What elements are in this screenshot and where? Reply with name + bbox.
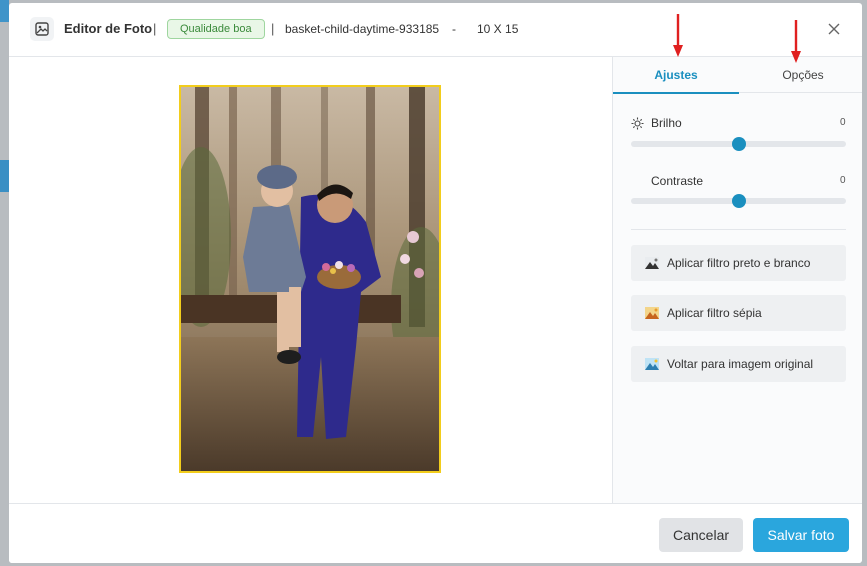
apply-sepia-filter-label: Aplicar filtro sépia (667, 306, 762, 320)
cancel-button[interactable]: Cancelar (659, 518, 743, 552)
modal-footer: Cancelar Salvar foto (9, 503, 862, 563)
image-edit-icon (30, 17, 54, 41)
panel-tabs: Ajustes Opções (613, 57, 862, 94)
quality-badge: Qualidade boa (167, 19, 265, 39)
photo-image (181, 87, 439, 471)
background-button-strip (0, 160, 9, 192)
landscape-bw-icon (645, 257, 659, 269)
brightness-label: Brilho (651, 116, 682, 130)
modal-header: Editor de Foto | Qualidade boa | basket-… (9, 3, 862, 57)
save-photo-button[interactable]: Salvar foto (753, 518, 849, 552)
close-button[interactable] (825, 20, 843, 38)
apply-bw-filter-label: Aplicar filtro preto e branco (667, 256, 811, 270)
brightness-value: 0 (840, 117, 846, 128)
landscape-original-icon (645, 358, 659, 370)
background-header-strip (0, 0, 9, 22)
brightness-icon (631, 117, 644, 130)
adjustments-panel: Ajustes Opções Brilho 0 Contraste 0 Apli… (612, 57, 862, 503)
header-separator: | (153, 21, 157, 36)
contrast-slider-thumb[interactable] (731, 194, 746, 208)
contrast-value: 0 (840, 175, 846, 186)
editor-canvas (9, 57, 612, 503)
brightness-slider[interactable] (631, 137, 846, 151)
close-icon (828, 23, 840, 35)
apply-bw-filter-button[interactable]: Aplicar filtro preto e branco (631, 245, 846, 281)
panel-divider (631, 229, 846, 230)
header-separator: | (271, 21, 275, 36)
print-size: 10 X 15 (477, 22, 519, 36)
contrast-slider[interactable] (631, 194, 846, 208)
header-dash: - (452, 22, 456, 36)
tab-ajustes[interactable]: Ajustes (613, 57, 739, 94)
apply-sepia-filter-button[interactable]: Aplicar filtro sépia (631, 295, 846, 331)
brightness-slider-thumb[interactable] (731, 137, 746, 151)
modal-title: Editor de Foto (64, 21, 153, 36)
photo-editor-modal: Editor de Foto | Qualidade boa | basket-… (9, 3, 862, 563)
contrast-label: Contraste (651, 174, 704, 188)
revert-original-label: Voltar para imagem original (667, 357, 814, 371)
revert-original-button[interactable]: Voltar para imagem original (631, 346, 846, 382)
photo-filename: basket-child-daytime-933185 (285, 22, 440, 36)
annotation-arrow-icon (673, 14, 683, 57)
photo-preview[interactable] (179, 85, 441, 473)
landscape-sepia-icon (645, 307, 659, 319)
annotation-arrow-icon (791, 20, 801, 63)
